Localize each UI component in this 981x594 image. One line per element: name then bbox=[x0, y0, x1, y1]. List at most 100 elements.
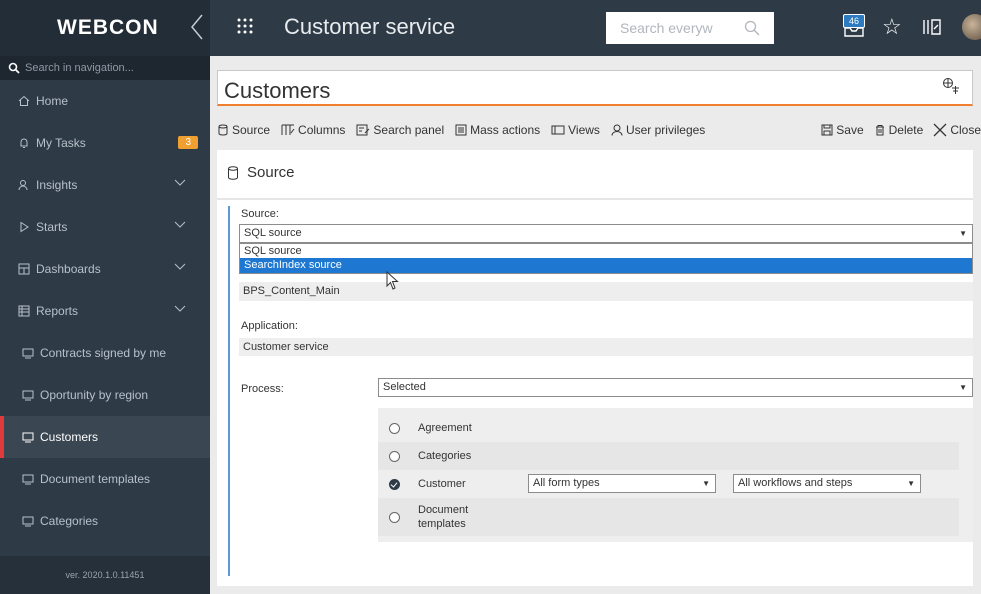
chevron-down-icon bbox=[174, 305, 186, 312]
views-icon bbox=[551, 125, 565, 135]
delete-button[interactable]: Delete bbox=[874, 123, 924, 137]
application-value: Customer service bbox=[239, 338, 973, 356]
process-row-agreement[interactable]: Agreement bbox=[378, 414, 959, 442]
notifications-button[interactable]: 46 bbox=[841, 14, 867, 43]
process-list: Agreement Categories Customer All form t… bbox=[378, 408, 973, 542]
process-label-text: Agreement bbox=[418, 422, 472, 434]
app-title[interactable]: Customer service bbox=[284, 14, 455, 40]
bell-icon bbox=[20, 138, 28, 148]
save-button[interactable]: Save bbox=[821, 123, 864, 137]
save-icon bbox=[821, 124, 833, 136]
save-button-label: Save bbox=[836, 123, 864, 137]
database-icon bbox=[218, 124, 228, 136]
search-panel-icon bbox=[356, 124, 370, 136]
dropdown-arrow-icon: ▼ bbox=[702, 479, 710, 488]
page-title-box: Customers bbox=[217, 70, 973, 106]
table-icon bbox=[18, 305, 30, 317]
columns-button[interactable]: Columns bbox=[281, 123, 345, 137]
source-label: Source: bbox=[241, 208, 279, 220]
navigation-search[interactable]: Search in navigation... bbox=[0, 56, 210, 80]
translate-icon[interactable] bbox=[942, 77, 960, 95]
close-icon bbox=[933, 123, 947, 137]
source-option-sql[interactable]: SQL source bbox=[240, 244, 972, 258]
sidebar-item-contracts-signed-by-me[interactable]: Contracts signed by me bbox=[0, 332, 210, 374]
search-panel-button[interactable]: Search panel bbox=[356, 123, 444, 137]
process-radio[interactable] bbox=[389, 450, 400, 462]
trash-icon bbox=[875, 125, 884, 136]
user-icon bbox=[611, 124, 623, 136]
source-select[interactable]: SQL source ▼ bbox=[239, 224, 973, 243]
form-types-select[interactable]: All form types ▼ bbox=[528, 474, 716, 493]
sidebar-item-label: Reports bbox=[36, 304, 79, 318]
form-types-value: All form types bbox=[533, 477, 600, 489]
chevron-down-icon bbox=[174, 179, 186, 186]
process-label-text: Categories bbox=[418, 450, 472, 462]
sidebar-item-reports[interactable]: Reports bbox=[0, 290, 210, 332]
toolbar: Source Columns Search panel Mass actions… bbox=[217, 118, 981, 142]
user-avatar[interactable] bbox=[962, 14, 981, 40]
global-search-input[interactable]: Search everyw bbox=[606, 12, 774, 44]
sidebar-item-starts[interactable]: Starts bbox=[0, 206, 210, 248]
navigation-search-placeholder: Search in navigation... bbox=[25, 62, 134, 74]
process-label-text: Customer bbox=[418, 478, 466, 490]
panel-heading-label: Source bbox=[247, 164, 295, 181]
sidebar-item-label: Home bbox=[36, 94, 69, 108]
apps-grid-icon[interactable] bbox=[236, 18, 254, 34]
process-radio-checked[interactable] bbox=[389, 478, 400, 490]
process-radio[interactable] bbox=[389, 511, 400, 523]
report-icon bbox=[22, 516, 34, 527]
sidebar-item-oportunity-by-region[interactable]: Oportunity by region bbox=[0, 374, 210, 416]
workflows-select[interactable]: All workflows and steps ▼ bbox=[733, 474, 921, 493]
source-panel: Source Source: SQL source ▼ SQL source S… bbox=[217, 150, 973, 586]
source-button[interactable]: Source bbox=[217, 123, 270, 137]
process-radio[interactable] bbox=[389, 422, 400, 434]
top-bar: Customer service Search everyw 46 ☆ bbox=[210, 0, 981, 56]
sidebar-item-insights[interactable]: Insights bbox=[0, 164, 210, 206]
search-icon bbox=[744, 20, 760, 36]
sidebar-item-label: My Tasks bbox=[36, 136, 86, 150]
webcon-logo: WEBCON bbox=[57, 16, 159, 39]
dashboard-icon bbox=[18, 263, 30, 275]
user-privileges-button-label: User privileges bbox=[625, 123, 706, 137]
sidebar-item-label: Dashboards bbox=[36, 262, 101, 276]
mouse-cursor-icon bbox=[386, 271, 399, 290]
sidebar-item-my-tasks[interactable]: My Tasks 3 bbox=[0, 122, 210, 164]
panel-heading: Source bbox=[227, 164, 295, 181]
source-option-searchindex[interactable]: SearchIndex source bbox=[240, 258, 972, 273]
notification-count-badge: 46 bbox=[843, 14, 865, 28]
home-icon bbox=[18, 95, 30, 106]
sidebar-item-categories[interactable]: Categories bbox=[0, 500, 210, 542]
workflows-value: All workflows and steps bbox=[738, 477, 853, 489]
sidebar-item-customers[interactable]: Customers bbox=[0, 416, 210, 458]
divider bbox=[217, 198, 973, 200]
columns-button-label: Columns bbox=[298, 123, 346, 137]
content-table-value: BPS_Content_Main bbox=[239, 282, 973, 301]
mass-actions-icon bbox=[455, 124, 467, 136]
columns-icon bbox=[281, 124, 295, 135]
report-icon bbox=[22, 432, 34, 443]
sidebar-item-home[interactable]: Home bbox=[0, 80, 210, 122]
chevron-down-icon bbox=[174, 221, 186, 228]
process-row-customer[interactable]: Customer All form types ▼ All workflows … bbox=[378, 470, 959, 498]
dropdown-arrow-icon: ▼ bbox=[959, 383, 967, 392]
page-title[interactable]: Customers bbox=[224, 78, 330, 104]
side-panel-icon[interactable] bbox=[922, 18, 942, 36]
process-select[interactable]: Selected ▼ bbox=[378, 378, 973, 397]
database-icon bbox=[228, 165, 238, 180]
report-icon bbox=[22, 348, 34, 359]
close-button[interactable]: Close bbox=[933, 123, 981, 137]
process-row-document-templates[interactable]: Document templates bbox=[378, 498, 959, 536]
sidebar-item-label: Starts bbox=[36, 220, 68, 234]
sidebar-item-document-templates[interactable]: Document templates bbox=[0, 458, 210, 500]
user-privileges-button[interactable]: User privileges bbox=[611, 123, 705, 137]
mass-actions-button[interactable]: Mass actions bbox=[455, 123, 540, 137]
star-icon[interactable]: ☆ bbox=[882, 14, 902, 40]
sidebar-item-dashboards[interactable]: Dashboards bbox=[0, 248, 210, 290]
collapse-sidebar-icon[interactable] bbox=[190, 14, 204, 40]
source-select-value: SQL source bbox=[244, 227, 302, 239]
sidebar: WEBCON Search in navigation... Home My T… bbox=[0, 0, 210, 594]
process-row-categories[interactable]: Categories bbox=[378, 442, 959, 470]
delete-button-label: Delete bbox=[888, 123, 924, 137]
views-button[interactable]: Views bbox=[551, 123, 600, 137]
main-content: Customers Source Columns Search panel Ma… bbox=[210, 56, 981, 594]
